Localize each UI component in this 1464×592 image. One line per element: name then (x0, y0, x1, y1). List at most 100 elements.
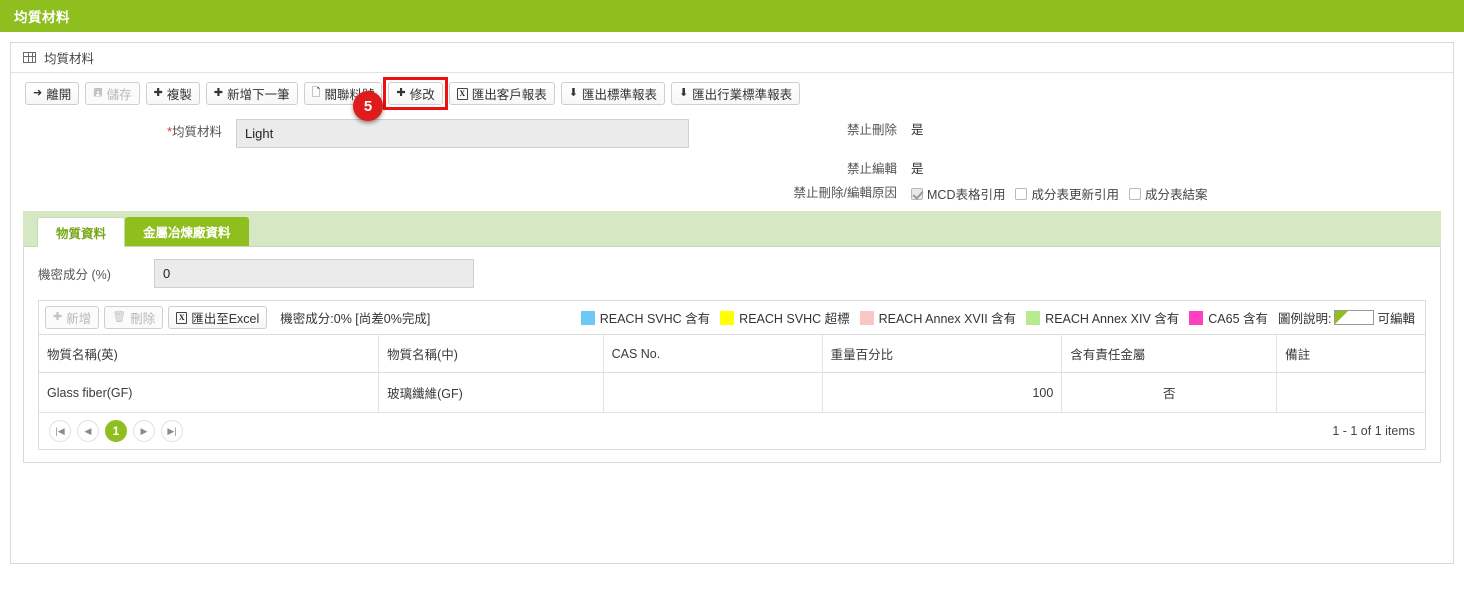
download-icon: ⬇ (568, 87, 578, 99)
download-icon: ⬇ (678, 87, 689, 99)
legend-note-text: 可編輯 (1377, 312, 1415, 326)
cell-remark (1276, 372, 1425, 413)
tab-substance-data[interactable]: 物質資料 (37, 217, 126, 247)
save-disk-icon: 🖪 (93, 87, 103, 99)
forbid-delete-label: 禁止刪除 (846, 123, 897, 137)
column-header-cas-no[interactable]: CAS No. (603, 335, 823, 373)
column-header-has-metal[interactable]: 含有責任金屬 (1061, 335, 1278, 373)
cell-name-en: Glass fiber(GF) (39, 372, 380, 413)
legend-label-annex-xvii: REACH Annex XVII 含有 (878, 312, 1017, 326)
reason-checkbox-group: MCD表格引用 成分表更新引用 成分表結案 (911, 184, 1214, 203)
legend-label-ca65: CA65 含有 (1208, 312, 1268, 326)
field-row-forbid-edit: 禁止編輯 是 (771, 160, 1453, 178)
toolbar-button-export-standard-report[interactable]: ⬇ 匯出標準報表 (560, 82, 665, 105)
legend-item-ca65: CA65 含有 (1189, 308, 1268, 327)
substance-grid: ✚ 新增 🗑 刪除 X 匯出至Excel 機密成分:0% [尚差0%完成] RE… (38, 300, 1426, 450)
grid-toolbar: ✚ 新增 🗑 刪除 X 匯出至Excel 機密成分:0% [尚差0%完成] RE… (39, 301, 1425, 335)
panel-header-title: 均質材料 (44, 52, 95, 66)
toolbar-button-save[interactable]: 🖪 儲存 (85, 82, 140, 105)
toolbar-button-export-customer-report-label: 匯出客戶報表 (471, 88, 547, 102)
form-region: *均質材料 Light 禁止刪除 是 禁止編輯 是 禁止刪除/編輯原因 MCD表… (11, 113, 1453, 207)
legend-swatch-ca65 (1189, 310, 1204, 325)
form-left-column: *均質材料 Light (11, 119, 771, 203)
toolbar-button-edit-label: 修改 (409, 88, 435, 102)
column-header-name-zh[interactable]: 物質名稱(中) (378, 335, 604, 373)
form-right-column: 禁止刪除 是 禁止編輯 是 禁止刪除/編輯原因 MCD表格引用 成分表更新引用 … (771, 119, 1453, 203)
table-row[interactable]: Glass fiber(GF) 玻璃纖維(GF) 100 否 (39, 372, 1425, 413)
legend-swatch-svhc-exceed (720, 310, 735, 325)
forbid-edit-value: 是 (911, 162, 924, 176)
table-header-row: 物質名稱(英) 物質名稱(中) CAS No. 重量百分比 含有責任金屬 備註 (39, 335, 1425, 373)
grid-button-add[interactable]: ✚ 新增 (45, 306, 100, 329)
toolbar-button-add-next[interactable]: ✚ 新增下一筆 (205, 82, 298, 105)
checkbox-mcd-reference[interactable]: MCD表格引用 (911, 184, 1005, 203)
document-icon: 🗋 (311, 87, 321, 99)
grid-button-delete-label: 刪除 (130, 312, 156, 326)
legend-editable-swatch-icon (1334, 310, 1375, 325)
legend-label-svhc-exceed: REACH SVHC 超標 (739, 312, 850, 326)
cell-cas-no (603, 372, 823, 413)
toolbar-button-export-customer-report[interactable]: X 匯出客戶報表 (448, 82, 555, 105)
pager-page-1-button[interactable]: 1 (105, 420, 127, 442)
legend-item-annex-xvii: REACH Annex XVII 含有 (859, 308, 1017, 327)
toolbar-button-copy-label: 複製 (166, 88, 192, 102)
confidential-input[interactable]: 0 (154, 259, 474, 288)
panel-header: 均質材料 (11, 43, 1453, 73)
toolbar-button-edit[interactable]: ✚ 修改 (388, 82, 443, 105)
toolbar-button-exit[interactable]: ➜ 離開 (25, 82, 80, 105)
checkbox-checked-icon[interactable] (911, 187, 923, 200)
main-panel: 5 均質材料 ➜ 離開 🖪 儲存 ✚ 複製 ✚ 新增下一筆 🗋 關聯料號 ✚ 修… (10, 42, 1454, 564)
checkbox-unchecked-icon[interactable] (1015, 187, 1028, 200)
toolbar-button-copy[interactable]: ✚ 複製 (145, 82, 200, 105)
material-label-text: 均質材料 (171, 125, 222, 139)
toolbar-button-add-next-label: 新增下一筆 (227, 88, 290, 102)
grid-table-icon (23, 52, 36, 63)
checkbox-unchecked-icon[interactable] (1128, 187, 1141, 200)
tab-panel-substance-data: 機密成分 (%) 0 ✚ 新增 🗑 刪除 X 匯出至Excel 機密成分:0% … (23, 247, 1441, 463)
page-wrapper: 5 均質材料 ➜ 離開 🖪 儲存 ✚ 複製 ✚ 新增下一筆 🗋 關聯料號 ✚ 修… (0, 32, 1464, 564)
material-input[interactable]: Light (236, 119, 689, 148)
plus-icon: ✚ (53, 311, 63, 323)
panel-bottom-space (11, 463, 1453, 563)
toolbar-button-save-label: 儲存 (106, 88, 132, 102)
column-header-remark[interactable]: 備註 (1276, 335, 1425, 373)
tab-strip: 物質資料 金屬冶煉廠資料 (23, 211, 1441, 247)
confidential-label: 機密成分 (%) (38, 268, 111, 282)
reason-label: 禁止刪除/編輯原因 (793, 186, 897, 200)
legend-label-svhc-contain: REACH SVHC 含有 (599, 312, 711, 326)
material-field-label: *均質材料 (11, 119, 236, 145)
checkbox-composition-update-reference-label: 成分表更新引用 (1031, 188, 1119, 202)
pager-prev-button[interactable]: ◀ (77, 420, 99, 442)
field-row-reason: 禁止刪除/編輯原因 MCD表格引用 成分表更新引用 成分表結案 (771, 184, 1453, 203)
trash-icon: 🗑 (112, 311, 127, 323)
app-title: 均質材料 (14, 10, 70, 25)
action-toolbar: ➜ 離開 🖪 儲存 ✚ 複製 ✚ 新增下一筆 🗋 關聯料號 ✚ 修改 X 匯出客… (11, 73, 1453, 113)
column-header-name-en[interactable]: 物質名稱(英) (39, 335, 380, 373)
grid-button-export-excel[interactable]: X 匯出至Excel (168, 306, 268, 329)
pager-next-button[interactable]: ▶ (133, 420, 155, 442)
field-row-forbid-delete: 禁止刪除 是 (771, 121, 1453, 139)
legend-swatch-svhc-contain (580, 310, 595, 325)
cell-weight-pct: 100 (822, 372, 1063, 413)
grid-button-delete[interactable]: 🗑 刪除 (104, 306, 164, 329)
checkbox-composition-closed[interactable]: 成分表結案 (1128, 184, 1208, 203)
tab-smelter-data[interactable]: 金屬冶煉廠資料 (125, 217, 249, 246)
legend-item-svhc-exceed: REACH SVHC 超標 (720, 308, 850, 327)
checkbox-composition-closed-label: 成分表結案 (1144, 188, 1208, 202)
column-header-weight-pct[interactable]: 重量百分比 (822, 335, 1063, 373)
legend-note-label: 圖例說明: (1278, 312, 1332, 326)
toolbar-button-export-industry-report-label: 匯出行業標準報表 (692, 88, 793, 102)
field-row-material: *均質材料 Light (11, 119, 771, 148)
legend-editable-note: 圖例說明: 可編輯 (1278, 308, 1415, 327)
substance-table: 物質名稱(英) 物質名稱(中) CAS No. 重量百分比 含有責任金屬 備註 … (39, 335, 1425, 413)
toolbar-button-export-industry-report[interactable]: ⬇ 匯出行業標準報表 (670, 82, 801, 105)
grid-status-text: 機密成分:0% [尚差0%完成] (280, 312, 431, 326)
pager-first-button[interactable]: |◀ (49, 420, 71, 442)
toolbar-button-export-standard-report-label: 匯出標準報表 (581, 88, 657, 102)
checkbox-composition-update-reference[interactable]: 成分表更新引用 (1015, 184, 1119, 203)
pager-last-button[interactable]: ▶| (161, 420, 183, 442)
step-callout-badge: 5 (353, 91, 383, 121)
forbid-edit-label: 禁止編輯 (846, 162, 897, 176)
excel-icon: X (456, 87, 468, 100)
tab-card: 物質資料 金屬冶煉廠資料 機密成分 (%) 0 ✚ 新增 🗑 刪除 X 匯出至E… (23, 211, 1441, 463)
